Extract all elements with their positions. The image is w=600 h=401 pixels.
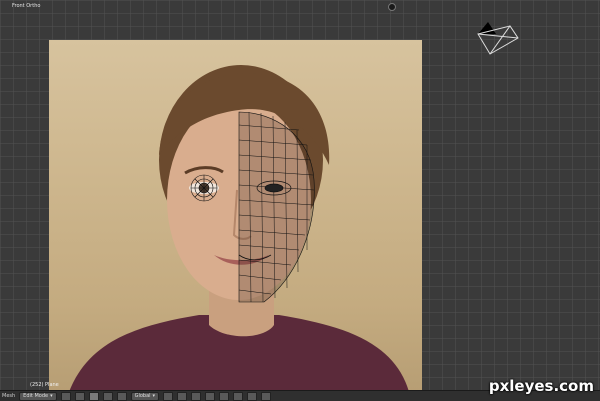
mesh-menu[interactable]: Mesh bbox=[2, 393, 15, 399]
orientation-select[interactable]: Global ▾ bbox=[130, 391, 160, 401]
vertex-select-button[interactable] bbox=[191, 391, 202, 401]
proportional-edit-button[interactable] bbox=[247, 391, 258, 401]
face-photo-illustration bbox=[69, 65, 409, 392]
translate-button[interactable] bbox=[102, 391, 113, 401]
viewport-handle-icon[interactable] bbox=[388, 3, 396, 11]
camera-icon[interactable] bbox=[470, 20, 522, 60]
view-label: Front Ortho bbox=[12, 3, 41, 9]
watermark: pxleyes.com bbox=[488, 377, 594, 395]
mode-label: Edit Mode bbox=[23, 392, 49, 399]
chevron-down-icon: ▾ bbox=[50, 392, 53, 399]
pivot-button[interactable] bbox=[74, 391, 85, 401]
layer-button-2[interactable] bbox=[177, 391, 188, 401]
edge-select-button[interactable] bbox=[205, 391, 216, 401]
occlude-button[interactable] bbox=[233, 391, 244, 401]
rotate-button[interactable] bbox=[116, 391, 127, 401]
mode-select[interactable]: Edit Mode ▾ bbox=[19, 391, 57, 401]
orientation-label: Global bbox=[134, 392, 151, 399]
reference-photo bbox=[49, 40, 422, 392]
shading-button[interactable] bbox=[60, 391, 71, 401]
chevron-down-icon: ▾ bbox=[152, 392, 156, 399]
layer-button-1[interactable] bbox=[163, 391, 174, 401]
manipulator-toggle[interactable] bbox=[88, 391, 99, 401]
3d-viewport[interactable]: Front Ortho (252) Plane bbox=[0, 0, 600, 392]
face-select-button[interactable] bbox=[219, 391, 230, 401]
snap-button[interactable] bbox=[261, 391, 272, 401]
object-info: (252) Plane bbox=[30, 382, 59, 388]
